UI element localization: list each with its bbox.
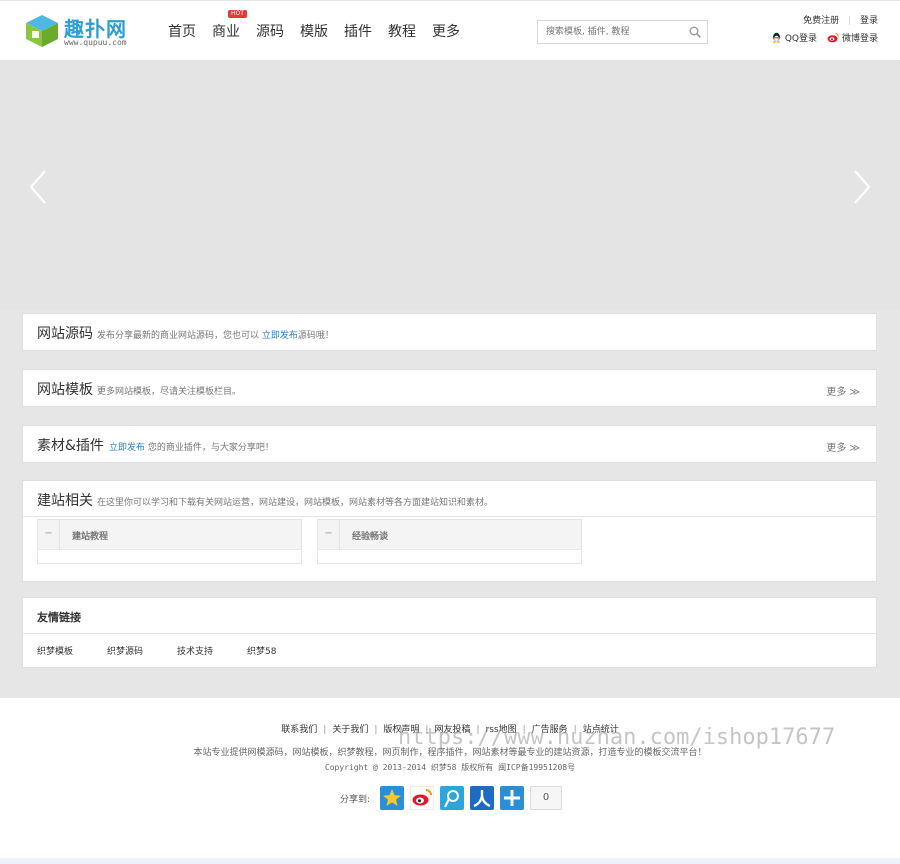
nav-item-label: 商业 — [212, 24, 240, 40]
tutorial-box: − 建站教程 — [37, 519, 302, 564]
nav-item-tutorial[interactable]: 教程 — [388, 21, 416, 41]
friend-link[interactable]: 技术支持 — [177, 644, 213, 657]
watermark: https://www.huzhan.com/ishop17677 — [398, 725, 836, 750]
slider-prev-icon[interactable] — [27, 168, 49, 206]
publish-link[interactable]: 立即发布 — [262, 331, 298, 341]
section-title: 网站源码 — [37, 326, 93, 342]
section-head: 友情链接 — [23, 598, 876, 634]
more-link[interactable]: 更多 ≫ — [826, 383, 860, 398]
hot-badge: HOT — [228, 10, 247, 18]
renren-share-icon[interactable] — [470, 786, 495, 810]
box-title: 经验畅谈 — [352, 532, 389, 542]
section-desc: 更多网站模板，尽请关注模板栏目。 — [97, 387, 242, 397]
section-head: 建站相关 在这里你可以学习和下载有关网站运营，网站建设，网站模板，网站素材等各方… — [23, 481, 876, 517]
section-template: 网站模板 更多网站模板，尽请关注模板栏目。 更多 ≫ — [22, 369, 877, 407]
section-head: 网站模板 更多网站模板，尽请关注模板栏目。 更多 ≫ — [23, 370, 876, 406]
nav-item-source[interactable]: 源码 — [256, 21, 284, 41]
section-title: 建站相关 — [37, 493, 93, 509]
footer-link[interactable]: 关于我们 — [332, 725, 368, 735]
box-title: 建站教程 — [72, 532, 109, 542]
main-nav: 首页 商业 HOT 源码 模版 插件 教程 更多 — [160, 10, 468, 41]
nav-item-more[interactable]: 更多 — [432, 21, 460, 41]
register-link[interactable]: 免费注册 — [803, 16, 839, 26]
section-desc: 发布分享最新的商业网站源码，您也可以 立即发布源码哦！ — [97, 328, 334, 341]
section-title: 友情链接 — [37, 611, 81, 624]
publish-link[interactable]: 立即发布 — [109, 443, 145, 453]
collapse-toggle[interactable]: − — [38, 520, 60, 550]
share-label: 分享到: — [340, 794, 371, 805]
banner-slider — [0, 60, 900, 310]
section-title: 网站模板 — [37, 382, 93, 398]
qq-icon — [772, 32, 780, 43]
search-icon[interactable] — [689, 26, 701, 38]
section-related: 建站相关 在这里你可以学习和下载有关网站运营，网站建设，网站模板，网站素材等各方… — [22, 480, 877, 582]
share-count: 0 — [530, 786, 563, 810]
friend-link[interactable]: 织梦模板 — [37, 644, 73, 657]
weibo-login-label: 微博登录 — [841, 34, 878, 44]
section-head: 素材&插件 立即发布 您的商业插件，与大家分享吧！ 更多 ≫ — [23, 426, 876, 462]
section-desc: 在这里你可以学习和下载有关网站运营，网站建设，网站模板，网站素材等各方面建站知识… — [97, 498, 494, 508]
logo-url: www.qupuu.com — [64, 38, 127, 47]
share-bar: 分享到: 0 — [340, 786, 563, 810]
section-source: 网站源码 发布分享最新的商业网站源码，您也可以 立即发布源码哦！ — [22, 313, 877, 351]
nav-item-business[interactable]: 商业 HOT — [212, 10, 247, 41]
divider: | — [374, 725, 378, 735]
nav-item-plugin[interactable]: 插件 — [344, 21, 372, 41]
divider: | — [848, 16, 852, 26]
login-link[interactable]: 登录 — [860, 16, 878, 26]
weibo-login-link[interactable]: 微博登录 — [827, 31, 878, 44]
nav-item-template[interactable]: 模版 — [300, 21, 328, 41]
weibo-share-icon[interactable] — [410, 786, 435, 810]
friend-links-panel: 友情链接 织梦模板 织梦源码 技术支持 织梦58 — [22, 597, 877, 668]
site-logo[interactable]: 趣扑网 www.qupuu.com — [24, 11, 134, 51]
footer-link[interactable]: 联系我们 — [281, 725, 317, 735]
bottom-strip — [0, 858, 900, 864]
site-header: 趣扑网 www.qupuu.com 首页 商业 HOT 源码 模版 插件 教程 … — [0, 0, 900, 60]
desc-text: 发布分享最新的商业网站源码，您也可以 — [97, 331, 260, 341]
nav-item-home[interactable]: 首页 — [168, 21, 196, 41]
section-title: 素材&插件 — [37, 438, 104, 454]
weibo-icon — [827, 32, 839, 43]
friend-link[interactable]: 织梦58 — [247, 644, 276, 657]
experience-box: − 经验畅谈 — [317, 519, 582, 564]
desc-text: 源码哦！ — [297, 331, 334, 341]
qq-login-link[interactable]: QQ登录 — [771, 31, 817, 44]
section-head: 网站源码 发布分享最新的商业网站源码，您也可以 立即发布源码哦！ — [23, 314, 876, 350]
friend-link[interactable]: 织梦源码 — [107, 644, 143, 657]
tencent-weibo-share-icon[interactable] — [440, 786, 465, 810]
more-share-icon[interactable] — [500, 786, 525, 810]
desc-text: 您的商业插件，与大家分享吧！ — [147, 443, 274, 453]
search-box — [537, 20, 708, 44]
logo-cube-icon — [26, 15, 58, 47]
qq-login-label: QQ登录 — [784, 34, 817, 44]
more-link[interactable]: 更多 ≫ — [826, 439, 860, 454]
collapse-toggle[interactable]: − — [318, 520, 340, 550]
section-desc: 立即发布 您的商业插件，与大家分享吧！ — [109, 440, 274, 453]
section-plugin: 素材&插件 立即发布 您的商业插件，与大家分享吧！ 更多 ≫ — [22, 425, 877, 463]
qzone-share-icon[interactable] — [380, 786, 405, 810]
search-input[interactable] — [538, 21, 683, 43]
box-head: − 经验畅谈 — [318, 520, 581, 550]
divider: | — [323, 725, 327, 735]
copyright: Copyright @ 2013-2014 织梦58 版权所有 闽ICP备199… — [324, 763, 576, 772]
box-head: − 建站教程 — [38, 520, 301, 550]
slider-next-icon[interactable] — [851, 168, 873, 206]
